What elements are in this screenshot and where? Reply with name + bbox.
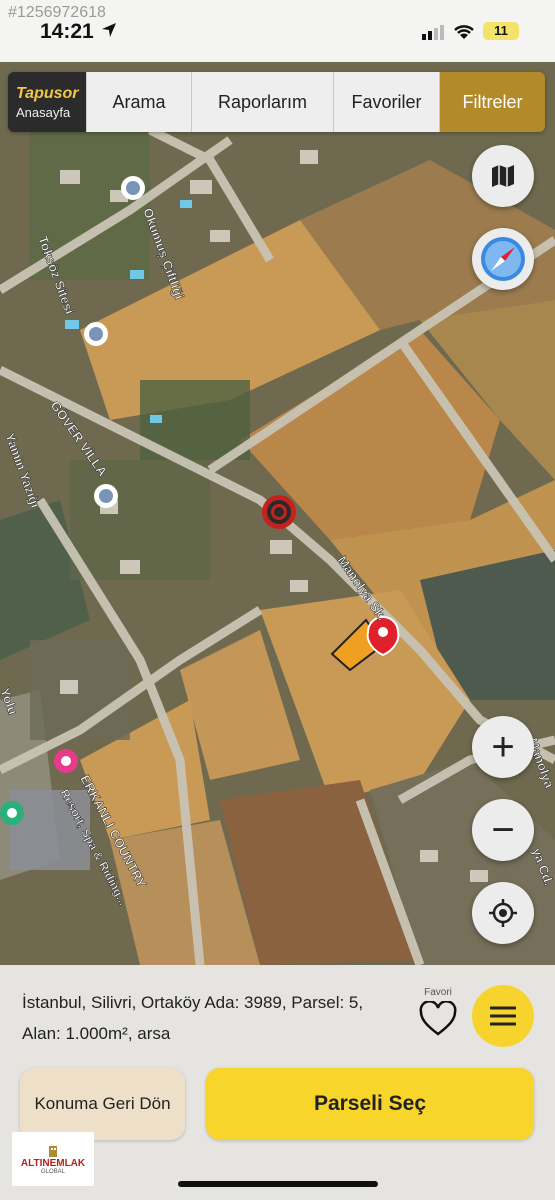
- clock: 14:21: [40, 20, 94, 43]
- poi-marker[interactable]: [121, 176, 145, 200]
- crosshair-icon: [489, 899, 517, 927]
- brand-home-label: Anasayfa: [16, 104, 71, 120]
- agency-logo: ALTINEMLAK GLOBAL: [12, 1132, 94, 1186]
- tab-search[interactable]: Arama: [86, 72, 191, 132]
- compass-button[interactable]: [472, 228, 534, 290]
- building-icon: [49, 1145, 57, 1157]
- brand-name: Tapusor: [16, 84, 79, 102]
- select-parcel-button[interactable]: Parseli Seç: [206, 1068, 534, 1140]
- home-logo-button[interactable]: Tapusor Anasayfa: [8, 72, 86, 132]
- signal-icon: [422, 25, 444, 40]
- top-navigation: Tapusor Anasayfa Arama Raporlarım Favori…: [8, 72, 545, 132]
- current-location-marker: [262, 495, 296, 529]
- poi-marker[interactable]: [94, 484, 118, 508]
- compass-icon: [481, 237, 525, 281]
- locate-me-button[interactable]: [472, 882, 534, 944]
- favorite-label: Favori: [424, 987, 452, 998]
- poi-marker-green[interactable]: [0, 801, 24, 825]
- poi-marker-resort[interactable]: [54, 749, 78, 773]
- status-bar: #1256972618 14:21 11: [0, 0, 555, 62]
- tab-reports[interactable]: Raporlarım: [191, 72, 333, 132]
- hamburger-icon: [490, 1006, 516, 1026]
- app-screen: #1256972618 14:21 11 Okumuş Çiftliği Tok…: [0, 0, 555, 1200]
- map-layers-button[interactable]: [472, 145, 534, 207]
- poi-marker[interactable]: [84, 322, 108, 346]
- home-indicator[interactable]: [178, 1181, 378, 1187]
- zoom-in-button[interactable]: +: [472, 716, 534, 778]
- tab-favorites[interactable]: Favoriler: [333, 72, 439, 132]
- parcel-info-text: İstanbul, Silivri, Ortaköy Ada: 3989, Pa…: [22, 993, 364, 1043]
- heart-icon[interactable]: [418, 1001, 458, 1037]
- tab-filters[interactable]: Filtreler: [439, 72, 545, 132]
- zoom-out-button[interactable]: −: [472, 799, 534, 861]
- location-arrow-icon: [102, 23, 116, 37]
- agency-logo-name: ALTINEMLAK: [20, 1157, 86, 1169]
- battery-indicator: 11: [483, 22, 519, 40]
- agency-logo-sub: GLOBAL: [40, 1168, 65, 1175]
- wifi-icon: [454, 25, 474, 39]
- back-to-location-button[interactable]: Konuma Geri Dön: [20, 1068, 185, 1140]
- map-layers-icon: [492, 165, 514, 187]
- menu-button[interactable]: [472, 985, 534, 1047]
